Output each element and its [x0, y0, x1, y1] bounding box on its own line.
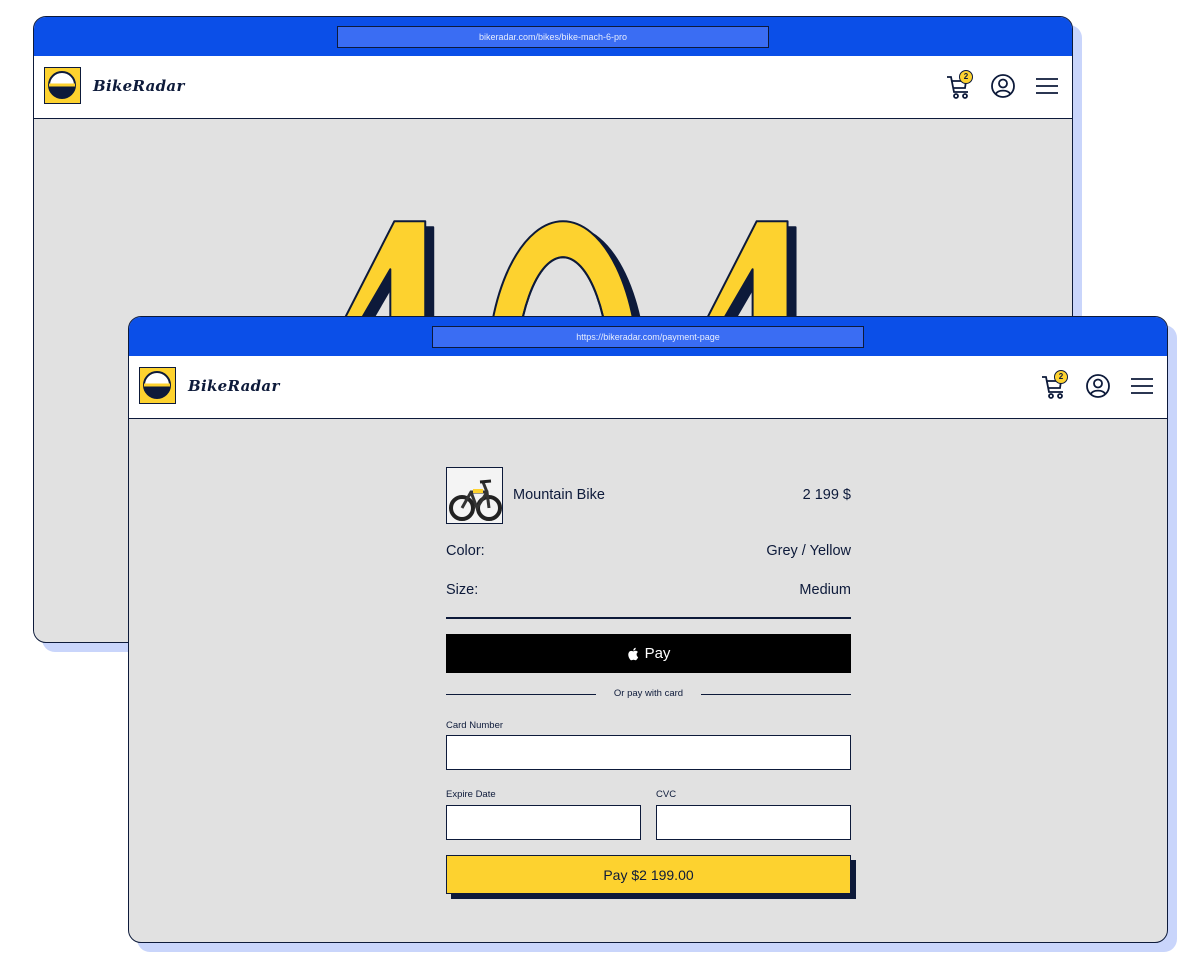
cvc-input[interactable] — [656, 805, 851, 840]
user-circle-icon[interactable] — [988, 71, 1018, 101]
product-price: 2 199 $ — [802, 487, 851, 503]
cvc-label: CVC — [656, 789, 677, 800]
spec-label: Size: — [446, 582, 479, 598]
checkout-panel: Mountain Bike 2 199 $ Color: Grey / Yell… — [446, 467, 856, 899]
payment-separator: Or pay with card — [446, 686, 851, 702]
expire-date-label: Expire Date — [446, 789, 496, 800]
spec-label: Color: — [446, 543, 485, 559]
hamburger-menu-icon[interactable] — [1127, 371, 1157, 401]
cart-icon[interactable]: 2 — [1039, 370, 1069, 401]
address-bar[interactable]: https://bikeradar.com/payment-page — [432, 326, 864, 348]
cart-count-badge: 2 — [959, 70, 973, 84]
hamburger-menu-icon[interactable] — [1032, 71, 1062, 101]
user-circle-icon[interactable] — [1083, 371, 1113, 401]
card-number-input[interactable] — [446, 735, 851, 770]
brand-wordmark[interactable]: BikeRadar — [93, 77, 185, 95]
spec-row-size: Size: Medium — [446, 564, 851, 603]
bikeradar-logo-icon[interactable] — [139, 367, 176, 404]
cart-count-badge: 2 — [1054, 370, 1068, 384]
product-name: Mountain Bike — [513, 487, 605, 503]
browser-titlebar: bikeradar.com/bikes/bike-mach-6-pro — [34, 17, 1072, 56]
site-header: BikeRadar 2 — [34, 56, 1072, 119]
browser-titlebar: https://bikeradar.com/payment-page — [129, 317, 1167, 356]
apple-logo-icon — [627, 647, 638, 660]
error-code-text: 404 — [34, 119, 36, 121]
cart-icon[interactable]: 2 — [944, 70, 974, 101]
order-item: Mountain Bike 2 199 $ — [446, 467, 851, 525]
browser-window-payment: https://bikeradar.com/payment-page BikeR… — [128, 316, 1168, 943]
spec-value: Medium — [799, 582, 851, 598]
site-header: BikeRadar 2 — [129, 356, 1167, 419]
product-thumbnail — [446, 467, 503, 524]
bikeradar-logo-icon[interactable] — [44, 67, 81, 104]
separator-line — [701, 694, 851, 695]
header-actions: 2 — [944, 70, 1062, 101]
expire-date-input[interactable] — [446, 805, 641, 840]
spec-row-color: Color: Grey / Yellow — [446, 525, 851, 564]
header-actions: 2 — [1039, 370, 1157, 401]
address-bar[interactable]: bikeradar.com/bikes/bike-mach-6-pro — [337, 26, 769, 48]
card-number-label: Card Number — [446, 720, 504, 731]
brand-wordmark[interactable]: BikeRadar — [188, 377, 280, 395]
apple-pay-button[interactable]: Pay — [446, 634, 851, 673]
pay-button[interactable]: Pay $2 199.00 — [446, 855, 851, 894]
summary-divider — [446, 617, 851, 619]
spec-value: Grey / Yellow — [766, 543, 851, 559]
apple-pay-label: Pay — [644, 645, 671, 662]
